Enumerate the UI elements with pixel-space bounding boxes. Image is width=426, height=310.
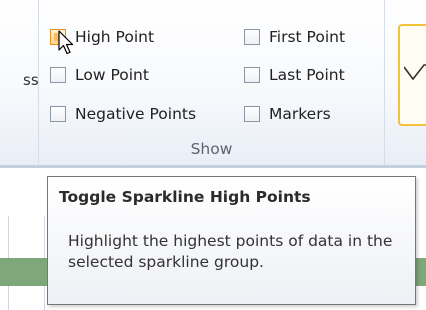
first-point-checkbox-row[interactable]: First Point [244, 25, 345, 49]
previous-group-label-fragment: ss [23, 71, 39, 89]
last-point-label[interactable]: Last Point [269, 66, 345, 84]
last-point-checkbox-row[interactable]: Last Point [244, 63, 345, 87]
ribbon: ss High Point Low Point Negative Points … [0, 0, 426, 168]
negative-points-checkbox-row[interactable]: Negative Points [50, 102, 196, 126]
previous-group-fragment: ss [0, 0, 39, 165]
sparkline-style-thumbnail[interactable] [398, 24, 426, 126]
arrow-pointer-icon [58, 30, 76, 60]
tooltip-body: Highlight the highest points of data in … [68, 232, 393, 271]
low-point-checkbox[interactable] [50, 67, 66, 83]
markers-checkbox[interactable] [244, 106, 260, 122]
show-group: High Point Low Point Negative Points Fir… [39, 0, 385, 165]
high-point-label[interactable]: High Point [75, 28, 154, 46]
low-point-label[interactable]: Low Point [75, 66, 149, 84]
negative-points-label[interactable]: Negative Points [75, 105, 196, 123]
tooltip-title: Toggle Sparkline High Points [59, 188, 311, 206]
last-point-checkbox[interactable] [244, 67, 260, 83]
show-group-label: Show [190, 140, 233, 158]
negative-points-checkbox[interactable] [50, 106, 66, 122]
first-point-label[interactable]: First Point [269, 28, 345, 46]
markers-checkbox-row[interactable]: Markers [244, 102, 331, 126]
low-point-checkbox-row[interactable]: Low Point [50, 63, 149, 87]
tooltip: Toggle Sparkline High Points Highlight t… [47, 176, 416, 305]
first-point-checkbox[interactable] [244, 29, 260, 45]
markers-label[interactable]: Markers [269, 105, 331, 123]
sparkline-style-preview-icon [404, 64, 426, 81]
